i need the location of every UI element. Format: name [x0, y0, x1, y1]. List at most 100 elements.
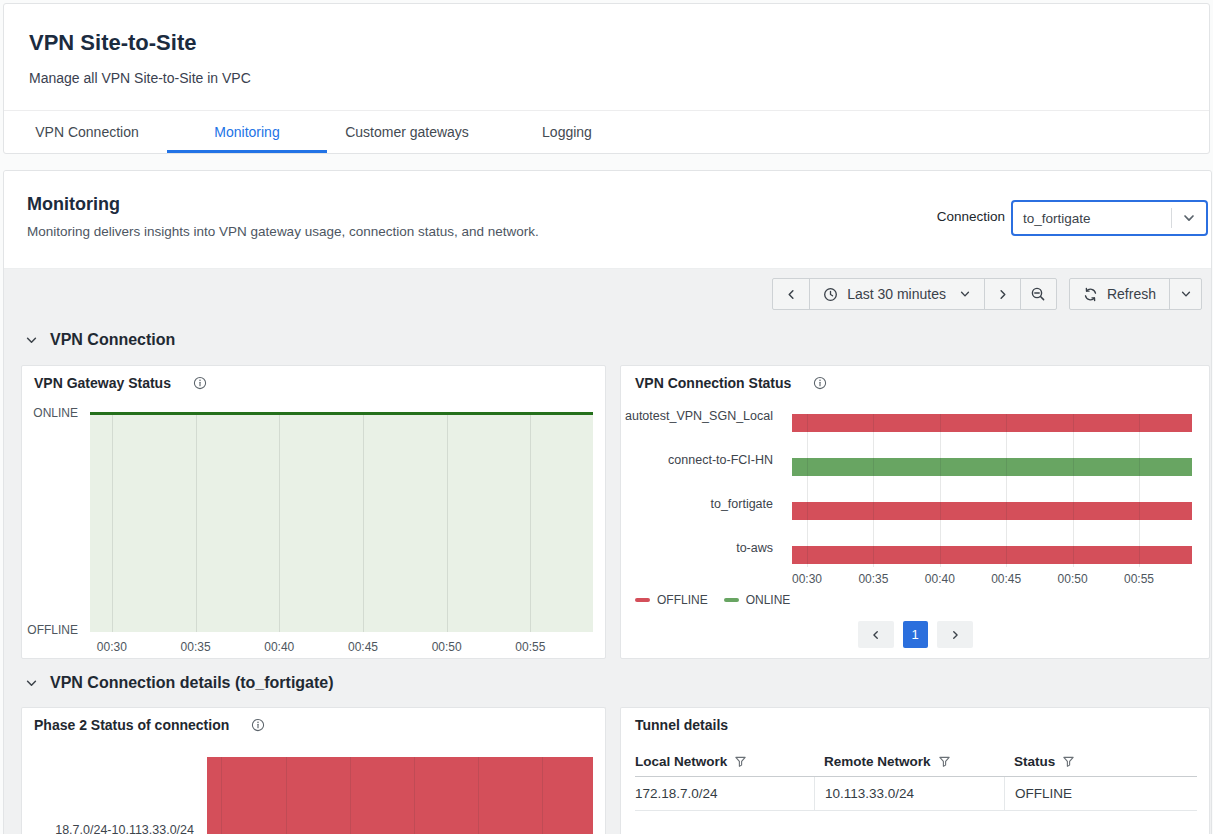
chart-legend: OFFLINE ONLINE — [635, 593, 790, 607]
table-cell: 172.18.7.0/24 — [635, 777, 814, 810]
x-axis-tick: 00:35 — [858, 572, 888, 586]
info-icon[interactable] — [193, 376, 207, 390]
legend-item-offline[interactable]: OFFLINE — [635, 593, 708, 607]
pagination-prev-button[interactable] — [858, 621, 894, 648]
gridline — [530, 412, 531, 632]
filter-icon[interactable] — [938, 755, 951, 768]
panel-title-row: VPN Gateway Status — [34, 375, 207, 391]
refresh-group: Refresh — [1069, 278, 1202, 310]
x-axis-tick: 00:40 — [264, 640, 294, 654]
refresh-label: Refresh — [1107, 286, 1156, 302]
gateway-status-chart — [90, 412, 593, 632]
state-bar-offline — [792, 546, 1192, 564]
panel-title: VPN Connection Status — [635, 375, 791, 391]
zoom-out-icon — [1030, 286, 1046, 302]
refresh-button[interactable]: Refresh — [1070, 279, 1169, 309]
section-vpn-connection[interactable]: VPN Connection — [26, 331, 175, 349]
gridline — [279, 412, 280, 632]
section-title: VPN Connection details (to_fortigate) — [50, 674, 334, 692]
x-axis-tick: 00:30 — [97, 640, 127, 654]
page-subtitle: Manage all VPN Site-to-Site in VPC — [29, 70, 251, 86]
phase2-status-chart — [207, 757, 593, 834]
table-cell: OFFLINE — [1004, 777, 1197, 810]
panel-title-row: Tunnel details — [635, 717, 728, 733]
connection-select-label: Connection — [937, 209, 1005, 224]
pagination-page-1[interactable]: 1 — [903, 621, 928, 648]
row-label: to-aws — [736, 539, 773, 557]
info-icon[interactable] — [251, 718, 265, 732]
vpn-connection-status-panel: VPN Connection Status autotest_VPN_SGN_L… — [620, 365, 1210, 659]
chevron-left-icon — [871, 630, 881, 640]
pagination-next-button[interactable] — [937, 621, 973, 648]
x-axis-tick: 00:55 — [1124, 572, 1154, 586]
column-header-label: Local Network — [635, 754, 727, 769]
info-icon[interactable] — [813, 376, 827, 390]
zoom-out-button[interactable] — [1020, 279, 1056, 309]
chevron-down-icon — [959, 288, 971, 300]
x-axis-tick: 00:50 — [1058, 572, 1088, 586]
x-axis-tick: 00:45 — [991, 572, 1021, 586]
refresh-interval-dropdown[interactable] — [1169, 279, 1201, 309]
filter-icon[interactable] — [1062, 755, 1075, 768]
time-shift-forward-button[interactable] — [984, 279, 1020, 309]
row-label: autotest_VPN_SGN_Local — [625, 407, 773, 425]
gridline — [1073, 414, 1074, 567]
gridline — [873, 414, 874, 567]
gridline — [807, 414, 808, 567]
time-toolbar: Last 30 minutes Refresh — [772, 278, 1202, 310]
column-header-remote-network: Remote Network — [814, 754, 1004, 769]
section-vpn-connection-details[interactable]: VPN Connection details (to_fortigate) — [26, 674, 334, 692]
clock-icon — [823, 287, 838, 302]
gridline — [363, 412, 364, 632]
state-bar-online — [792, 458, 1192, 476]
chevron-right-icon — [950, 630, 960, 640]
connection-select[interactable]: to_fortigate — [1011, 200, 1208, 236]
tab-logging[interactable]: Logging — [487, 111, 647, 153]
gridline — [350, 757, 351, 834]
panel-title-row: VPN Connection Status — [635, 375, 827, 391]
gridline — [447, 412, 448, 632]
y-axis-label-online: ONLINE — [18, 406, 78, 420]
legend-swatch — [635, 598, 650, 602]
chevron-right-icon — [997, 289, 1008, 300]
time-shift-back-button[interactable] — [773, 279, 809, 309]
connection-select-value: to_fortigate — [1013, 211, 1171, 226]
gridline — [196, 412, 197, 632]
filter-icon[interactable] — [734, 755, 747, 768]
monitoring-card-header: Monitoring Monitoring delivers insights … — [4, 171, 1211, 269]
chevron-down-icon — [1172, 211, 1206, 225]
page-header: VPN Site-to-Site Manage all VPN Site-to-… — [3, 3, 1210, 154]
chevron-down-icon — [26, 337, 37, 344]
x-axis-tick: 00:55 — [515, 640, 545, 654]
time-range-group: Last 30 minutes — [772, 278, 1057, 310]
monitoring-title: Monitoring — [27, 194, 120, 215]
tab-bar: VPN ConnectionMonitoringCustomer gateway… — [4, 110, 1209, 153]
tab-customer-gateways[interactable]: Customer gateways — [327, 111, 487, 153]
page-title: VPN Site-to-Site — [29, 30, 196, 56]
gridline — [542, 757, 543, 834]
gridline — [478, 757, 479, 834]
gridline — [112, 412, 113, 632]
time-range-picker[interactable]: Last 30 minutes — [809, 279, 984, 309]
tab-vpn-connection[interactable]: VPN Connection — [7, 111, 167, 153]
gridline — [221, 757, 222, 834]
legend-item-online[interactable]: ONLINE — [724, 593, 791, 607]
x-axis-tick: 00:40 — [925, 572, 955, 586]
refresh-icon — [1083, 287, 1098, 302]
time-range-label: Last 30 minutes — [847, 286, 946, 302]
gridline — [940, 414, 941, 567]
state-bar-offline — [792, 502, 1192, 520]
section-title: VPN Connection — [50, 331, 175, 349]
tab-monitoring[interactable]: Monitoring — [167, 111, 327, 153]
monitoring-description: Monitoring delivers insights into VPN ga… — [27, 224, 539, 239]
chevron-down-icon — [26, 680, 37, 687]
panel-title-row: Phase 2 Status of connection — [34, 717, 265, 733]
panel-title: Tunnel details — [635, 717, 728, 733]
table-row[interactable]: 172.18.7.0/2410.113.33.0/24OFFLINE — [635, 777, 1197, 811]
chevron-left-icon — [786, 289, 797, 300]
gridline — [1006, 414, 1007, 567]
pagination: 1 — [621, 621, 1209, 648]
row-label: to_fortigate — [710, 495, 773, 513]
phase2-row-label: 18.7.0/24-10.113.33.0/24 — [22, 823, 194, 834]
column-header-local-network: Local Network — [635, 754, 814, 769]
